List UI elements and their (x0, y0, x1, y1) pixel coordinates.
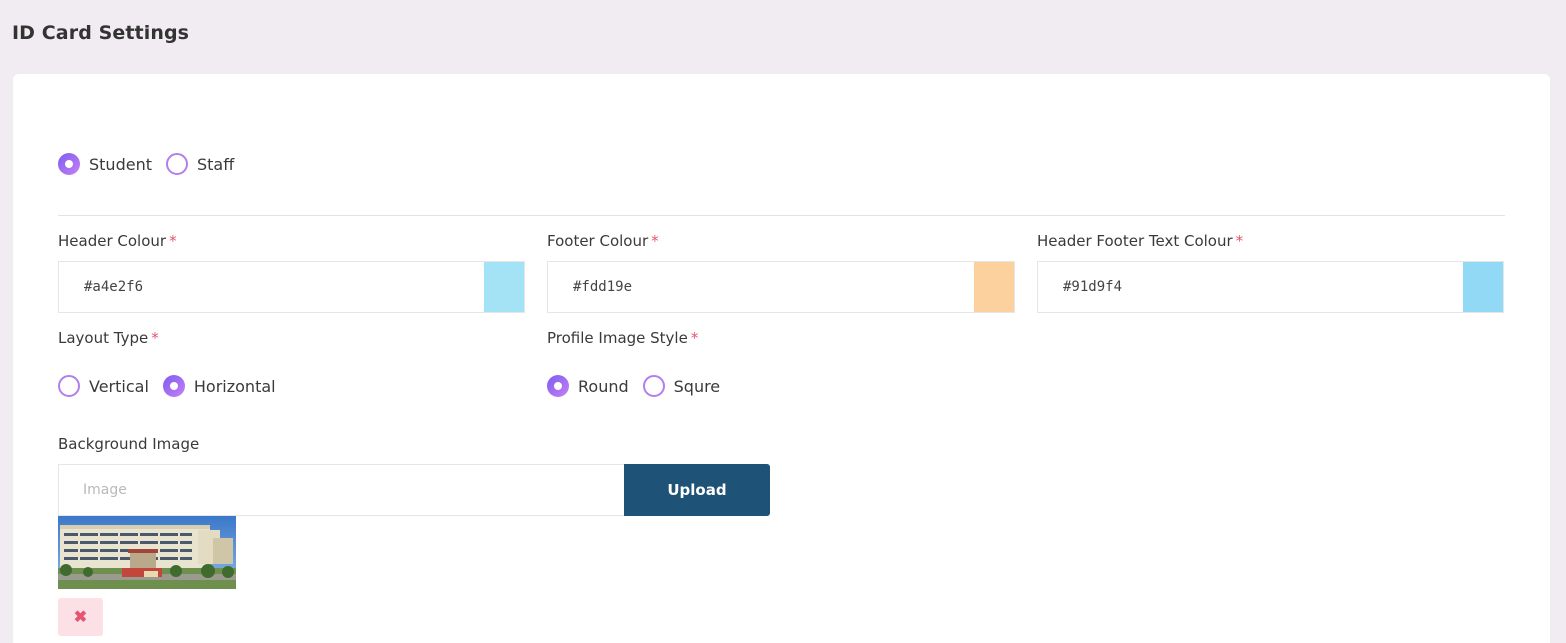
profile-square-label: Squre (673, 376, 721, 396)
upload-button[interactable]: Upload (624, 464, 770, 516)
text-colour-swatch[interactable] (1463, 262, 1503, 312)
card-type-radio-group: Student Staff (58, 153, 248, 175)
required-marker: * (1235, 232, 1244, 250)
close-icon: ✖ (73, 609, 88, 626)
footer-colour-field (547, 261, 1015, 313)
text-colour-label-text: Header Footer Text Colour (1037, 232, 1233, 250)
profile-image-style-label: Profile Image Style * (547, 329, 698, 347)
card-type-student-label: Student (89, 154, 152, 174)
footer-colour-label: Footer Colour * (547, 232, 659, 250)
text-colour-label: Header Footer Text Colour * (1037, 232, 1243, 250)
radio-unchecked-icon[interactable] (165, 153, 188, 175)
layout-type-radio-group: Vertical Horizontal (58, 375, 290, 397)
background-image-input[interactable] (58, 464, 624, 516)
radio-checked-icon[interactable] (162, 375, 185, 397)
header-colour-label-text: Header Colour (58, 232, 167, 250)
radio-unchecked-icon[interactable] (642, 375, 665, 397)
background-image-label: Background Image (58, 435, 200, 453)
layout-horizontal-label: Horizontal (193, 376, 276, 396)
page-title: ID Card Settings (12, 22, 190, 44)
profile-round-label: Round (578, 376, 629, 396)
background-image-thumbnail (58, 516, 236, 589)
settings-card: Student Staff Header Colour* Footer Colo… (13, 74, 1550, 643)
header-colour-swatch[interactable] (484, 262, 524, 312)
radio-checked-icon[interactable] (58, 153, 80, 175)
section-divider (58, 215, 1505, 216)
layout-horizontal-option[interactable]: Horizontal (162, 375, 276, 397)
required-marker: * (169, 232, 177, 250)
card-type-student-option[interactable]: Student (58, 153, 152, 175)
profile-image-style-radio-group: Round Squre (547, 375, 734, 397)
header-colour-label: Header Colour * (58, 232, 177, 250)
remove-image-button[interactable]: ✖ (58, 598, 103, 636)
text-colour-field (1037, 261, 1504, 313)
background-image-upload-field: Upload (58, 464, 770, 516)
card-type-staff-option[interactable]: Staff (165, 153, 235, 175)
header-colour-field (58, 261, 525, 313)
header-colour-input[interactable] (59, 262, 484, 312)
layout-vertical-option[interactable]: Vertical (58, 375, 149, 397)
card-type-staff-label: Staff (196, 154, 235, 174)
text-colour-input[interactable] (1038, 262, 1463, 312)
profile-square-option[interactable]: Squre (642, 375, 721, 397)
layout-type-label-text: Layout Type (58, 329, 149, 347)
profile-round-option[interactable]: Round (547, 375, 629, 397)
radio-checked-icon[interactable] (547, 375, 569, 397)
required-marker: * (690, 329, 699, 347)
radio-unchecked-icon[interactable] (58, 375, 80, 397)
layout-vertical-label: Vertical (89, 376, 149, 396)
required-marker: * (151, 329, 159, 347)
footer-colour-swatch[interactable] (974, 262, 1014, 312)
layout-type-label: Layout Type * (58, 329, 159, 347)
profile-image-style-label-text: Profile Image Style (547, 329, 688, 347)
footer-colour-input[interactable] (548, 262, 974, 312)
required-marker: * (651, 232, 659, 250)
footer-colour-label-text: Footer Colour (547, 232, 649, 250)
